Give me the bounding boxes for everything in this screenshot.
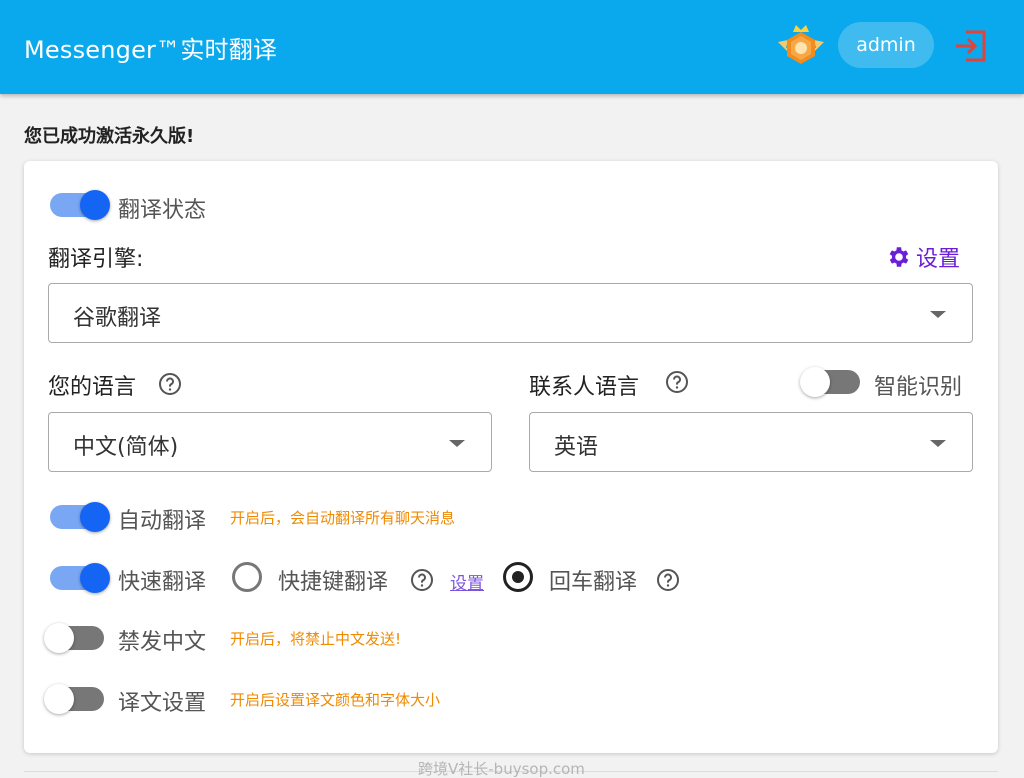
quick-translate-toggle[interactable] [50, 563, 110, 593]
your-language-select[interactable]: 中文(简体) [48, 412, 492, 472]
toggle-knob [80, 563, 110, 593]
activation-status-text: 您已成功激活永久版! [24, 126, 195, 147]
toggle-knob [80, 190, 110, 220]
toggle-knob [44, 684, 74, 714]
chevron-down-icon [449, 440, 465, 447]
gear-icon [889, 247, 909, 267]
toggle-knob [44, 623, 74, 653]
hotkey-translate-radio[interactable] [232, 562, 262, 592]
help-icon[interactable] [158, 372, 182, 396]
top-bar: Messenger™实时翻译 admin [0, 0, 1024, 94]
contact-language-select[interactable]: 英语 [529, 412, 973, 472]
app-title: Messenger™实时翻译 [24, 36, 278, 64]
watermark-text: 跨境V社长-buysop.com [418, 760, 585, 778]
block-chinese-toggle[interactable] [44, 623, 104, 653]
engine-settings-link[interactable]: 设置 [886, 241, 960, 273]
hotkey-translate-label: 快捷键翻译 [278, 570, 389, 595]
auto-translate-hint: 开启后，会自动翻译所有聊天消息 [230, 509, 456, 527]
engine-select[interactable]: 谷歌翻译 [48, 283, 973, 343]
block-chinese-label: 禁发中文 [118, 630, 207, 655]
quick-translate-label: 快速翻译 [118, 570, 207, 595]
smart-detect-toggle[interactable] [800, 367, 860, 397]
toggle-knob [800, 367, 830, 397]
enter-translate-label: 回车翻译 [549, 570, 638, 595]
translation-style-toggle[interactable] [44, 684, 104, 714]
chevron-down-icon [930, 311, 946, 318]
enter-translate-radio[interactable] [503, 562, 533, 592]
help-icon[interactable] [410, 568, 434, 592]
hotkey-settings-link[interactable]: 设置 [450, 569, 484, 594]
auto-translate-toggle[interactable] [50, 502, 110, 532]
translation-style-label: 译文设置 [118, 691, 207, 716]
chevron-down-icon [930, 440, 946, 447]
translate-status-label: 翻译状态 [118, 198, 207, 223]
user-menu-button[interactable]: admin [838, 22, 934, 68]
engine-settings-label: 设置 [916, 247, 961, 272]
settings-card: 翻译状态 翻译引擎: 设置 谷歌翻译 您的语言 联系人语言 智能识别 中文(简体… [24, 161, 998, 753]
engine-label: 翻译引擎: [48, 247, 144, 272]
help-icon[interactable] [665, 370, 689, 394]
block-chinese-hint: 开启后，将禁止中文发送! [230, 630, 402, 648]
auto-translate-label: 自动翻译 [118, 509, 207, 534]
smart-detect-label: 智能识别 [874, 375, 963, 400]
logout-icon[interactable] [952, 28, 988, 64]
contact-language-value: 英语 [554, 435, 599, 460]
translate-status-toggle[interactable] [50, 190, 110, 220]
toggle-knob [80, 502, 110, 532]
engine-select-value: 谷歌翻译 [73, 306, 162, 331]
translation-style-hint: 开启后设置译文颜色和字体大小 [230, 691, 441, 709]
contact-language-label: 联系人语言 [529, 375, 640, 400]
your-language-value: 中文(简体) [73, 435, 179, 460]
crown-lion-badge-icon [778, 25, 824, 64]
your-language-label: 您的语言 [48, 375, 137, 400]
help-icon[interactable] [656, 568, 680, 592]
